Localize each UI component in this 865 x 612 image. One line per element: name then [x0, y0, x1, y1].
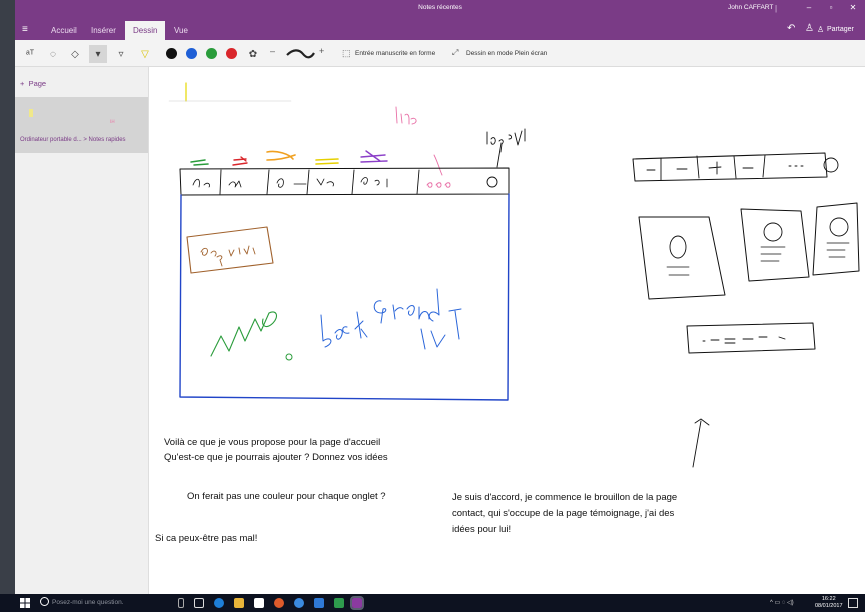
add-page-button[interactable]: + Page	[20, 79, 46, 88]
search-placeholder: Posez-moi une question.	[52, 599, 124, 606]
taskbar-clock[interactable]: 16:22 08/01/2017	[815, 596, 843, 610]
yellow-mark	[315, 158, 339, 165]
orange-mark	[266, 150, 296, 161]
green-scribble	[210, 311, 278, 357]
iut-text-sketch	[420, 308, 462, 350]
windows-start-icon[interactable]	[20, 598, 30, 608]
store-icon[interactable]	[254, 598, 264, 608]
content-box-sketch	[179, 193, 510, 401]
pages-pane: + Page ɩʜ Ordinateur portable d... > Not…	[15, 67, 149, 594]
logo-univ-box	[186, 226, 274, 274]
color-green[interactable]	[206, 48, 217, 59]
note-line-3[interactable]: On ferait pas une couleur pour chaque on…	[187, 490, 386, 505]
add-page-label: Page	[28, 79, 47, 88]
page-thumbnail-ink: ɩʜ	[110, 119, 115, 125]
note-canvas[interactable]: Voilà ce que je vous propose pour la pag…	[149, 67, 865, 594]
red-mark	[232, 156, 248, 166]
thickness-increase-button[interactable]: +	[319, 46, 324, 56]
hamburger-menu-icon[interactable]: ≡	[22, 24, 28, 35]
close-button[interactable]: ✕	[846, 3, 860, 12]
microphone-icon[interactable]	[178, 598, 184, 608]
note-line-5b[interactable]: contact, qui s'occupe de la page témoign…	[452, 507, 674, 522]
undo-icon[interactable]: ↶	[787, 23, 795, 34]
lasso-select-icon[interactable]: ◌	[44, 45, 62, 63]
ribbon-tabs: ≡ Accueil Insérer Dessin Vue ↶ ♙ ♙ Parta…	[15, 20, 865, 40]
ink-to-shape-button[interactable]: Entrée manuscrite en forme	[355, 50, 435, 57]
note-line-4[interactable]: Si ca peux-être pas mal!	[155, 532, 257, 547]
text-ink-select-icon[interactable]: ᵃᵀ	[21, 45, 39, 63]
user-name[interactable]: John CAFFART	[728, 4, 773, 11]
restore-button[interactable]: ▫	[824, 3, 838, 12]
search-circle-sketch	[486, 176, 498, 188]
logo-arrow	[496, 142, 502, 168]
tab-accueil[interactable]: Accueil	[51, 26, 77, 35]
right-navbar-sketch	[632, 152, 828, 182]
logo-univ-text	[200, 245, 256, 267]
background-text-2	[373, 288, 440, 324]
color-palette-icon[interactable]: ✿	[244, 45, 262, 63]
color-blue[interactable]	[186, 48, 197, 59]
cortana-icon	[40, 597, 49, 606]
pen-black-icon[interactable]: ▾	[89, 45, 107, 63]
note-line-2[interactable]: Qu'est-ce que je pourrais ajouter ? Donn…	[164, 451, 388, 466]
excel-app-icon[interactable]	[334, 598, 344, 608]
drawing-toolbar: ᵃᵀ ◌ ◇ ▾ ▿ ▽ ✿ – + ⬚ Entrée manuscrite e…	[15, 40, 865, 67]
title-bar: Notes récentes John CAFFART | – ▫ ✕	[15, 0, 865, 20]
tab-vue[interactable]: Vue	[174, 26, 188, 35]
onenote-window: Notes récentes John CAFFART | – ▫ ✕ ≡ Ac…	[15, 0, 865, 594]
action-center-icon[interactable]	[848, 598, 858, 608]
eraser-icon[interactable]: ◇	[66, 45, 84, 63]
clock-time: 16:22	[821, 596, 836, 602]
cortana-search-box[interactable]: Posez-moi une question.	[38, 594, 178, 612]
purple-mark	[360, 150, 388, 163]
person-icon[interactable]: ♙	[805, 23, 814, 34]
page-list-item[interactable]: ɩʜ Ordinateur portable d... > Notes rapi…	[15, 97, 148, 153]
windows-taskbar: Posez-moi une question. ^ ▭ ◌ ◁) 16:22 0…	[0, 594, 865, 612]
task-view-icon[interactable]	[194, 598, 204, 608]
page-thumbnail-mark	[29, 109, 33, 117]
background-text-1	[320, 311, 368, 348]
tab-dessin[interactable]: Dessin	[125, 21, 166, 40]
title-separator: |	[775, 4, 778, 13]
page-breadcrumb: Ordinateur portable d... > Notes rapides	[20, 137, 126, 143]
onenote-app-icon[interactable]	[350, 596, 364, 610]
navbar-sketch	[179, 167, 510, 196]
color-red[interactable]	[226, 48, 237, 59]
edge-browser-icon[interactable]	[214, 598, 224, 608]
logo-iut-label	[486, 128, 526, 153]
note-line-5c[interactable]: idées pour lui!	[452, 523, 511, 538]
green-mark	[190, 159, 209, 166]
system-tray-icons[interactable]: ^ ▭ ◌ ◁)	[770, 599, 794, 606]
share-button[interactable]: Partager	[827, 26, 854, 33]
pink-check-mark	[433, 154, 443, 176]
word-app-icon[interactable]	[314, 598, 324, 608]
pink-ink-note	[395, 106, 417, 125]
fullscreen-icon[interactable]: ⤢	[452, 48, 458, 58]
thickness-decrease-button[interactable]: –	[270, 46, 275, 56]
fullscreen-draw-button[interactable]: Dessin en mode Plein écran	[466, 50, 547, 57]
tab-inserer[interactable]: Insérer	[91, 26, 116, 35]
pen-outline-icon[interactable]: ▿	[112, 45, 130, 63]
arrow-sketch	[692, 418, 710, 468]
share-icon[interactable]: ♙	[817, 25, 824, 34]
testimonial-card-1	[638, 216, 726, 300]
stroke-thickness-icon[interactable]	[285, 48, 315, 60]
color-black[interactable]	[166, 48, 177, 59]
note-line-1[interactable]: Voilà ce que je vous propose pour la pag…	[164, 436, 380, 451]
minimize-button[interactable]: –	[802, 3, 816, 12]
ink-to-shape-icon[interactable]: ⬚	[342, 48, 351, 59]
footer-sketch	[686, 322, 816, 354]
firefox-icon[interactable]	[294, 598, 304, 608]
chrome-icon[interactable]	[274, 598, 284, 608]
testimonial-card-2	[740, 208, 810, 282]
clock-date: 08/01/2017	[815, 603, 843, 609]
testimonial-card-3	[812, 202, 860, 276]
highlighter-icon[interactable]: ▽	[136, 45, 154, 63]
file-explorer-icon[interactable]	[234, 598, 244, 608]
note-line-5a[interactable]: Je suis d'accord, je commence le brouill…	[452, 491, 677, 506]
